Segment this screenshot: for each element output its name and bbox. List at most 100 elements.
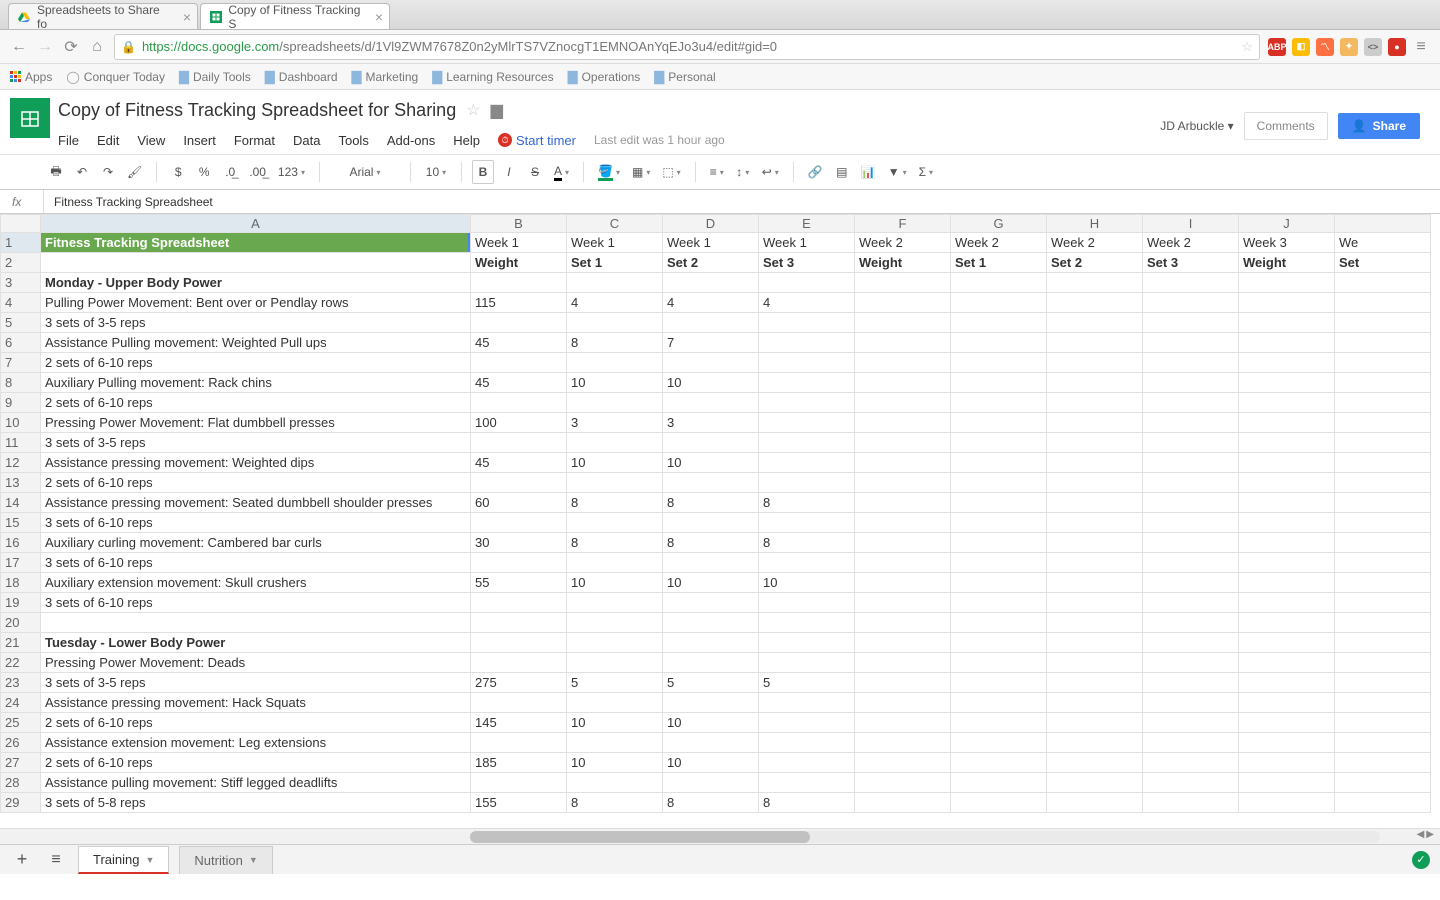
cell[interactable]	[1143, 433, 1239, 453]
cell[interactable]: Set 2	[663, 253, 759, 273]
cell[interactable]	[1239, 393, 1335, 413]
cell[interactable]: Set 3	[1143, 253, 1239, 273]
cell[interactable]	[951, 793, 1047, 813]
cell[interactable]	[471, 473, 567, 493]
cell[interactable]	[663, 633, 759, 653]
cell[interactable]: 4	[567, 293, 663, 313]
cell[interactable]	[1143, 633, 1239, 653]
row-header[interactable]: 17	[1, 553, 41, 573]
cell[interactable]	[471, 433, 567, 453]
cell[interactable]: 8	[759, 533, 855, 553]
cell[interactable]	[951, 713, 1047, 733]
column-header[interactable]	[1335, 215, 1431, 233]
row-header[interactable]: 2	[1, 253, 41, 273]
cell[interactable]	[471, 633, 567, 653]
cell[interactable]	[855, 693, 951, 713]
cell[interactable]	[471, 733, 567, 753]
column-header[interactable]: H	[1047, 215, 1143, 233]
cell[interactable]	[951, 413, 1047, 433]
cell[interactable]	[567, 273, 663, 293]
ext-icon[interactable]: ✦	[1340, 38, 1358, 56]
cell[interactable]: 115	[471, 293, 567, 313]
cell[interactable]	[1335, 513, 1431, 533]
cell[interactable]: 8	[663, 493, 759, 513]
cell[interactable]	[1239, 333, 1335, 353]
cell[interactable]: 5	[759, 673, 855, 693]
row-header[interactable]: 1	[1, 233, 41, 253]
scrollbar-thumb[interactable]	[470, 831, 810, 843]
cell[interactable]	[471, 593, 567, 613]
column-header[interactable]: J	[1239, 215, 1335, 233]
cell[interactable]	[759, 433, 855, 453]
cell[interactable]	[855, 273, 951, 293]
row-header[interactable]: 29	[1, 793, 41, 813]
cell[interactable]: 3 sets of 3-5 reps	[41, 673, 471, 693]
column-header[interactable]: C	[567, 215, 663, 233]
cell[interactable]	[759, 513, 855, 533]
bold-icon[interactable]: B	[472, 160, 494, 184]
cell[interactable]: 8	[759, 493, 855, 513]
cell[interactable]	[1239, 613, 1335, 633]
cell[interactable]	[759, 553, 855, 573]
cell[interactable]	[1239, 653, 1335, 673]
row-header[interactable]: 11	[1, 433, 41, 453]
share-button[interactable]: 👤Share	[1338, 113, 1420, 139]
cell[interactable]: Set 1	[567, 253, 663, 273]
cell[interactable]	[759, 273, 855, 293]
reload-icon[interactable]: ⟳	[62, 38, 80, 56]
ext-icon[interactable]: <>	[1364, 38, 1382, 56]
cell[interactable]	[759, 773, 855, 793]
row-header[interactable]: 9	[1, 393, 41, 413]
cell[interactable]	[471, 273, 567, 293]
cell[interactable]	[1143, 673, 1239, 693]
redo-icon[interactable]: ↷	[97, 160, 119, 184]
cell[interactable]: Set	[1335, 253, 1431, 273]
bookmark-folder[interactable]: ▇Marketing	[352, 69, 419, 85]
cell[interactable]	[855, 493, 951, 513]
cell[interactable]	[1335, 653, 1431, 673]
cell[interactable]: Tuesday - Lower Body Power	[41, 633, 471, 653]
column-header[interactable]: G	[951, 215, 1047, 233]
cell[interactable]: 8	[567, 333, 663, 353]
text-color-icon[interactable]: A	[550, 160, 573, 184]
cell[interactable]	[1047, 653, 1143, 673]
cell[interactable]	[471, 353, 567, 373]
cell[interactable]	[1047, 613, 1143, 633]
cell[interactable]	[663, 473, 759, 493]
column-header[interactable]: B	[471, 215, 567, 233]
cell[interactable]	[1047, 713, 1143, 733]
cell[interactable]	[1143, 553, 1239, 573]
cell[interactable]	[567, 553, 663, 573]
cell[interactable]: 185	[471, 753, 567, 773]
cell[interactable]	[1047, 413, 1143, 433]
address-bar[interactable]: 🔒 https://docs.google.com/spreadsheets/d…	[114, 34, 1260, 60]
cell[interactable]	[1335, 473, 1431, 493]
bookmark-folder[interactable]: ▇Dashboard	[265, 69, 338, 85]
decrease-decimal-icon[interactable]: .0̲	[219, 160, 241, 184]
cell[interactable]: Auxiliary extension movement: Skull crus…	[41, 573, 471, 593]
cell[interactable]: Week 1	[663, 233, 759, 253]
cell[interactable]: 3	[567, 413, 663, 433]
cell[interactable]	[855, 593, 951, 613]
cell[interactable]: 8	[567, 793, 663, 813]
cell[interactable]	[855, 613, 951, 633]
cell[interactable]	[1239, 413, 1335, 433]
link-icon[interactable]: 🔗	[804, 160, 827, 184]
cell[interactable]	[855, 753, 951, 773]
cell[interactable]	[1335, 773, 1431, 793]
bookmark-folder[interactable]: ▇Learning Resources	[432, 69, 553, 85]
row-header[interactable]: 5	[1, 313, 41, 333]
cell[interactable]: 10	[567, 453, 663, 473]
cell[interactable]	[855, 313, 951, 333]
row-header[interactable]: 12	[1, 453, 41, 473]
cell[interactable]	[855, 633, 951, 653]
scroll-right-icon[interactable]: ▶	[1426, 829, 1434, 840]
cell[interactable]: Pressing Power Movement: Deads	[41, 653, 471, 673]
wrap-icon[interactable]: ↩	[758, 160, 783, 184]
merge-icon[interactable]: ⬚	[658, 160, 684, 184]
cell[interactable]: Set 1	[951, 253, 1047, 273]
cell[interactable]	[567, 393, 663, 413]
cell[interactable]: 275	[471, 673, 567, 693]
cell[interactable]	[1143, 313, 1239, 333]
cell[interactable]: Week 2	[855, 233, 951, 253]
